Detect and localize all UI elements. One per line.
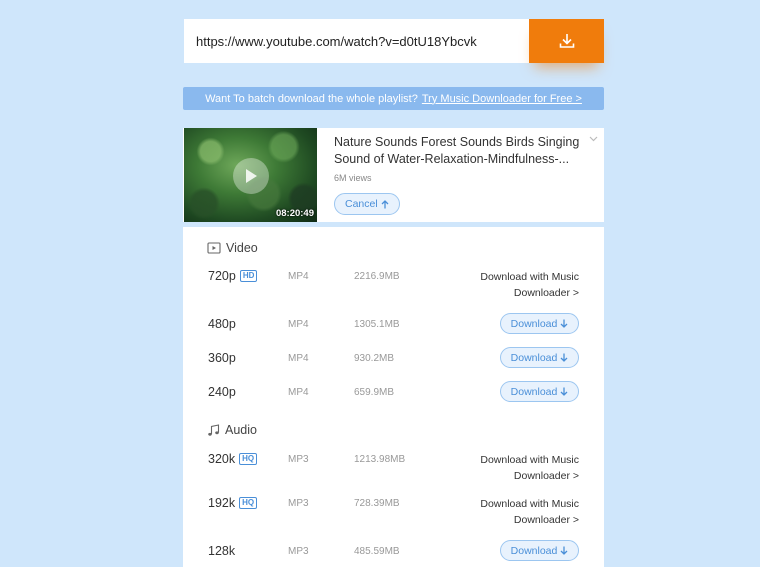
format-type: MP3: [288, 546, 309, 557]
download-label: Download: [510, 351, 558, 364]
quality-label: 240p: [208, 385, 236, 399]
format-type: MP3: [288, 498, 309, 509]
download-with-music-downloader-link[interactable]: Download with Music Downloader >: [459, 452, 579, 484]
hq-badge: HQ: [239, 453, 258, 465]
download-240p-button[interactable]: Download: [500, 381, 579, 402]
cancel-label: Cancel: [345, 198, 378, 210]
arrow-down-icon: [560, 546, 568, 555]
quality-value: 360p: [208, 351, 236, 365]
video-section-label: Video: [226, 241, 258, 255]
quality-value: 320k: [208, 452, 236, 466]
file-size: 659.9MB: [354, 387, 395, 398]
audio-section-label: Audio: [225, 423, 257, 437]
quality-label: 128k: [208, 544, 235, 558]
quality-value: 720p: [208, 269, 236, 283]
file-size: 1213.98MB: [354, 454, 406, 465]
play-icon: [246, 169, 257, 183]
quality-label: 480p: [208, 317, 236, 331]
file-size: 930.2MB: [354, 353, 395, 364]
music-note-icon: [208, 423, 220, 436]
quality-value: 480p: [208, 317, 236, 331]
download-360p-button[interactable]: Download: [500, 347, 579, 368]
format-row: 480p MP4 1305.1MB Download: [183, 313, 604, 349]
formats-panel: Video 720p HD MP4 2216.9MB Download with…: [183, 227, 604, 567]
url-input[interactable]: [184, 19, 529, 63]
file-size: 1305.1MB: [354, 319, 400, 330]
format-type: MP4: [288, 387, 309, 398]
download-128k-button[interactable]: Download: [500, 540, 579, 561]
download-with-music-downloader-link[interactable]: Download with Music Downloader >: [459, 269, 579, 301]
arrow-down-icon: [560, 387, 568, 396]
video-views: 6M views: [334, 173, 372, 183]
download-icon: [559, 34, 574, 48]
download-with-music-downloader-link[interactable]: Download with Music Downloader >: [459, 496, 579, 528]
quality-value: 192k: [208, 496, 236, 510]
quality-value: 240p: [208, 385, 236, 399]
quality-label: 360p: [208, 351, 236, 365]
download-label: Download: [510, 385, 558, 398]
download-button[interactable]: [529, 19, 604, 63]
quality-label: 720p HD: [208, 269, 258, 283]
download-label: Download: [510, 317, 558, 330]
format-row: 320k HQ MP3 1213.98MB Download with Musi…: [183, 452, 604, 484]
banner-text: Want To batch download the whole playlis…: [205, 92, 418, 105]
video-duration: 08:20:49: [275, 208, 314, 219]
format-row: 720p HD MP4 2216.9MB Download with Music…: [183, 269, 604, 301]
video-section-header: Video: [207, 241, 258, 255]
arrow-up-icon: [381, 199, 389, 208]
format-type: MP4: [288, 271, 309, 282]
format-row: 192k HQ MP3 728.39MB Download with Music…: [183, 496, 604, 528]
video-thumbnail[interactable]: 08:20:49: [184, 128, 317, 222]
download-480p-button[interactable]: Download: [500, 313, 579, 334]
audio-section-header: Audio: [207, 423, 257, 437]
video-card: 08:20:49 Nature Sounds Forest Sounds Bir…: [183, 128, 604, 222]
format-type: MP4: [288, 353, 309, 364]
hq-badge: HQ: [239, 497, 258, 509]
format-row: 240p MP4 659.9MB Download: [183, 381, 604, 417]
format-type: MP3: [288, 454, 309, 465]
chevron-down-icon[interactable]: [589, 134, 598, 145]
music-downloader-link[interactable]: Try Music Downloader for Free >: [422, 93, 582, 105]
format-row: 128k MP3 485.59MB Download: [183, 540, 604, 567]
quality-label: 192k HQ: [208, 496, 258, 510]
arrow-down-icon: [560, 353, 568, 362]
url-bar: [184, 19, 604, 63]
arrow-down-icon: [560, 319, 568, 328]
playlist-banner: Want To batch download the whole playlis…: [183, 87, 604, 110]
format-type: MP4: [288, 319, 309, 330]
hd-badge: HD: [239, 270, 258, 282]
quality-value: 128k: [208, 544, 236, 558]
download-label: Download: [510, 544, 558, 557]
format-row: 360p MP4 930.2MB Download: [183, 347, 604, 383]
play-button[interactable]: [233, 158, 269, 194]
file-size: 2216.9MB: [354, 271, 400, 282]
quality-label: 320k HQ: [208, 452, 258, 466]
file-size: 485.59MB: [354, 546, 400, 557]
cancel-button[interactable]: Cancel: [334, 193, 400, 215]
video-title: Nature Sounds Forest Sounds Birds Singin…: [334, 135, 580, 166]
video-icon: [207, 242, 221, 254]
file-size: 728.39MB: [354, 498, 400, 509]
